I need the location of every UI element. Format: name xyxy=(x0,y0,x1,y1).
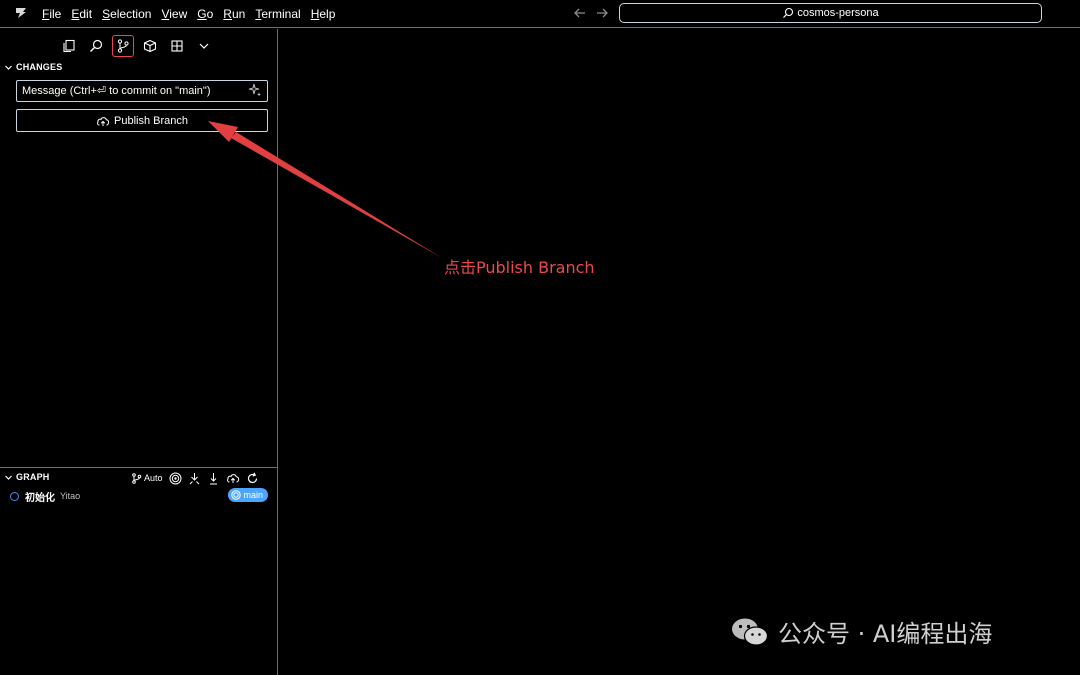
auto-branch-button[interactable]: Auto xyxy=(131,472,163,484)
watermark: 公众号 · AI编程出海 xyxy=(730,614,992,649)
source-control-button[interactable] xyxy=(112,35,134,57)
menu-bar: File Edit Selection View Go Run Terminal… xyxy=(42,0,345,28)
commit-row[interactable]: 初始化 Yitao main xyxy=(10,488,268,504)
wechat-logo-icon xyxy=(732,618,769,646)
watermark-text: 公众号 · AI编程出海 xyxy=(778,620,993,648)
fetch-icon xyxy=(189,472,199,484)
command-center-search[interactable]: cosmos-persona xyxy=(619,3,1042,23)
title-bar: File Edit Selection View Go Run Terminal… xyxy=(0,0,1080,28)
app-logo-icon xyxy=(16,8,26,18)
menu-terminal[interactable]: Terminal xyxy=(255,7,300,21)
changes-header-label: CHANGES xyxy=(16,62,63,72)
branch-name: main xyxy=(243,490,263,500)
graph-divider xyxy=(0,467,277,468)
chevron-down-icon xyxy=(5,65,12,70)
auto-label: Auto xyxy=(144,473,163,483)
graph-section-header[interactable]: GRAPH xyxy=(4,472,50,482)
commit-message-input[interactable] xyxy=(16,80,268,102)
menu-edit[interactable]: Edit xyxy=(71,7,92,21)
branch-badge: main xyxy=(228,488,268,502)
publish-branch-button[interactable]: Publish Branch xyxy=(16,109,268,132)
command-center-text: cosmos-persona xyxy=(797,7,879,19)
cloud-upload-icon xyxy=(97,116,110,126)
menu-run[interactable]: Run xyxy=(223,7,245,21)
menu-selection[interactable]: Selection xyxy=(102,7,151,21)
graph-header-label: GRAPH xyxy=(16,472,50,482)
branch-icon xyxy=(132,472,142,484)
extensions-button[interactable] xyxy=(139,35,161,57)
target-button[interactable] xyxy=(169,472,182,485)
menu-view[interactable]: View xyxy=(161,7,187,21)
layout-button[interactable] xyxy=(166,35,188,57)
target-icon xyxy=(231,490,242,500)
changes-section-header[interactable]: CHANGES xyxy=(4,62,62,72)
pull-icon xyxy=(209,472,217,484)
pull-button[interactable] xyxy=(207,472,220,485)
menu-go[interactable]: Go xyxy=(197,7,213,21)
search-icon xyxy=(783,7,794,18)
refresh-button[interactable] xyxy=(246,472,259,485)
search-icon xyxy=(90,39,103,52)
publish-branch-label: Publish Branch xyxy=(114,114,188,127)
commit-node-icon xyxy=(10,491,19,501)
refresh-icon xyxy=(247,472,257,483)
fetch-button[interactable] xyxy=(188,472,201,485)
cloud-upload-icon xyxy=(226,474,239,483)
menu-file[interactable]: File xyxy=(42,7,61,21)
commit-author: Yitao xyxy=(60,491,81,501)
push-button[interactable] xyxy=(226,472,240,484)
chevron-down-icon xyxy=(199,43,209,49)
arrow-left-icon[interactable] xyxy=(572,5,588,21)
search-button[interactable] xyxy=(85,35,107,57)
extensions-icon xyxy=(143,39,157,53)
target-icon xyxy=(169,472,182,484)
explorer-button[interactable] xyxy=(58,35,80,57)
menu-help[interactable]: Help xyxy=(311,7,336,21)
sidebar: CHANGES Publish Branch GRAPH Auto xyxy=(0,29,278,675)
activity-bar xyxy=(58,33,220,59)
sparkle-icon[interactable] xyxy=(248,83,262,97)
explorer-icon xyxy=(63,39,75,53)
arrow-right-icon[interactable] xyxy=(594,5,610,21)
commit-message: 初始化 xyxy=(25,492,55,504)
annotation-text: 点击Publish Branch xyxy=(444,258,595,277)
graph-toolbar: Auto xyxy=(131,470,265,486)
more-views-button[interactable] xyxy=(193,35,215,57)
source-control-icon xyxy=(117,39,129,53)
layout-icon xyxy=(171,40,183,52)
chevron-down-icon xyxy=(5,475,12,480)
